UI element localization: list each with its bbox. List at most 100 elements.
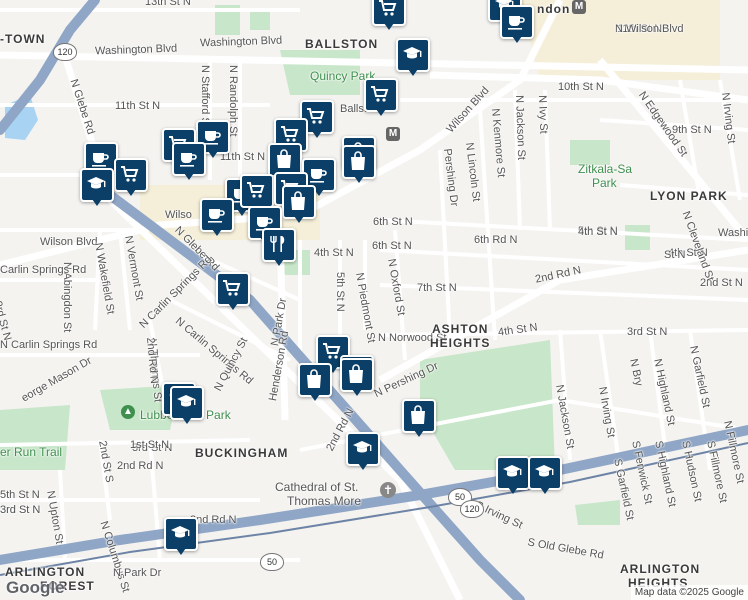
shopping-cart-icon: [281, 126, 299, 142]
shopping-bag-icon: [351, 151, 365, 170]
street-6th-rd: 6th St N: [372, 240, 412, 252]
graduation-cap-icon: [177, 395, 196, 407]
graduation-cap-icon: [353, 441, 372, 453]
shop-marker[interactable]: [282, 185, 316, 225]
park-area-small: [625, 225, 650, 250]
school-marker[interactable]: [346, 432, 380, 472]
cafe-marker[interactable]: [172, 142, 206, 182]
route-120-shield-nw: 120: [53, 43, 77, 61]
grocery-marker[interactable]: [372, 0, 406, 32]
route-50-shield-west: 50: [260, 553, 284, 571]
restaurant-marker[interactable]: [262, 228, 296, 268]
grocery-marker[interactable]: [216, 272, 250, 312]
shop-marker[interactable]: [402, 399, 436, 439]
shopping-bag-icon: [307, 369, 321, 388]
street-7th-st: 6th St N: [373, 216, 413, 228]
map-canvas[interactable]: 13th St N Washington Blvd 11th St N 11th…: [0, 0, 748, 600]
poi-cathedral-line1: Cathedral of St.: [275, 480, 359, 494]
tree-icon: ▲: [121, 405, 135, 419]
street-2nd-st-east: 3rd St N: [627, 326, 668, 338]
poi-cathedral-line2: Thomas More: [287, 494, 362, 508]
shop-marker[interactable]: [340, 358, 374, 398]
coffee-cup-icon: [208, 209, 225, 223]
cafe-marker[interactable]: [200, 198, 234, 238]
street-2nd-rd-sw2: 3rd St N: [0, 504, 41, 516]
graduation-cap-icon: [87, 177, 106, 189]
graduation-cap-icon: [171, 526, 190, 538]
street-3rd-st-sw: 1st St N: [130, 439, 170, 451]
graduation-cap-icon: [503, 465, 522, 477]
school-marker[interactable]: [528, 456, 562, 496]
coffee-cup-icon: [508, 16, 525, 30]
street-n-irving-north: N Ivy St: [536, 94, 550, 134]
park-label-zitkala-line2: Park: [592, 176, 617, 190]
area-label-town-fragment: -TOWN: [0, 32, 46, 46]
shop-marker[interactable]: [342, 145, 376, 185]
shopping-bag-icon: [277, 149, 291, 168]
shopping-cart-icon: [307, 108, 325, 124]
school-marker[interactable]: [80, 168, 114, 208]
street-10th-st: 10th St N: [558, 81, 604, 93]
grocery-marker[interactable]: [364, 78, 398, 118]
street-wilson-fragment: Wilso: [165, 209, 192, 221]
metro-station-icon-clarendon[interactable]: M: [572, 0, 586, 14]
route-120-shield-south: 120: [460, 500, 484, 518]
school-marker[interactable]: [396, 38, 430, 78]
area-label-arlington-heights-line1: ARLINGTON: [620, 562, 701, 576]
area-label-clarendon-fragment: ndon: [537, 2, 571, 16]
fork-knife-icon: [270, 236, 285, 252]
street-6th-st-west: 4th St N: [314, 247, 354, 259]
park-label-zitkala-line1: Zitkala-Sa: [578, 162, 633, 176]
shop-marker[interactable]: [298, 363, 332, 403]
area-label-ashton-line2: HEIGHTS: [430, 336, 491, 350]
street-n-stafford: N Stafford St: [199, 65, 211, 128]
shopping-bag-icon: [291, 191, 305, 210]
street-5th-st-mid: 7th St N: [417, 282, 457, 294]
street-n-ivy: N Jackson St: [513, 94, 528, 161]
street-1st-st: N Park Dr: [113, 567, 162, 579]
street-2nd-rd-west: 2nd Rd N: [117, 460, 164, 472]
street-wilson-blvd-west: Wilson Blvd: [40, 236, 98, 248]
metro-station-icon-ballston[interactable]: M: [386, 127, 400, 141]
church-icon: ✝: [380, 482, 396, 498]
street-6th-st-east: 6th Rd N: [474, 234, 518, 246]
shopping-cart-icon: [371, 86, 389, 102]
street-11th-st-ne: N Wilson Blvd: [615, 23, 684, 35]
graduation-cap-icon: [535, 465, 554, 477]
shopping-cart-icon: [121, 166, 139, 182]
park-label-lubber-run-trail: er Run Trail: [0, 445, 63, 459]
area-label-arlington-forest-line1: ARLINGTON: [5, 565, 86, 579]
school-marker[interactable]: [170, 386, 204, 426]
area-label-ballston: BALLSTON: [305, 37, 379, 51]
street-11th-st-west: 11th St N: [115, 100, 161, 112]
grocery-marker[interactable]: [114, 158, 148, 198]
shopping-cart-icon: [223, 280, 241, 296]
coffee-cup-icon: [310, 169, 327, 183]
street-carlin-springs-west: Carlin Springs Rd: [0, 264, 87, 276]
street-3rd-st-sw2: 5th St N: [0, 489, 40, 501]
area-label-ashton-line1: ASHTON: [432, 322, 489, 336]
graduation-cap-icon: [403, 47, 422, 59]
shopping-bag-icon: [411, 405, 425, 424]
street-4th-st-se: St N: [664, 249, 686, 261]
shopping-cart-icon: [247, 182, 265, 198]
street-n-piedmont: 5th St N: [334, 272, 346, 312]
street-n-wilson-blvd-west: N Carlin Springs Rd: [0, 339, 98, 351]
park-area-se: [575, 500, 620, 525]
area-label-buckingham: BUCKINGHAM: [195, 446, 289, 460]
school-marker[interactable]: [164, 517, 198, 557]
park-area-lubber-trail: [0, 405, 70, 470]
cafe-marker[interactable]: [500, 5, 534, 45]
school-marker[interactable]: [496, 456, 530, 496]
area-label-lyon-park: LYON PARK: [650, 189, 728, 203]
attribution-text[interactable]: Map data ©2025 Google: [630, 585, 748, 600]
street-n-bryan-fragment: Washington Blvd: [718, 227, 748, 239]
street-13th-st: 13th St N: [145, 0, 191, 8]
park-area-north-2: [250, 10, 270, 30]
street-5th-st-far-east: 4th St N: [578, 226, 618, 238]
google-logo: Google: [6, 578, 65, 597]
shopping-cart-icon: [379, 0, 397, 16]
shopping-bag-icon: [349, 364, 363, 383]
coffee-cup-icon: [92, 153, 109, 167]
coffee-cup-icon: [180, 153, 197, 167]
